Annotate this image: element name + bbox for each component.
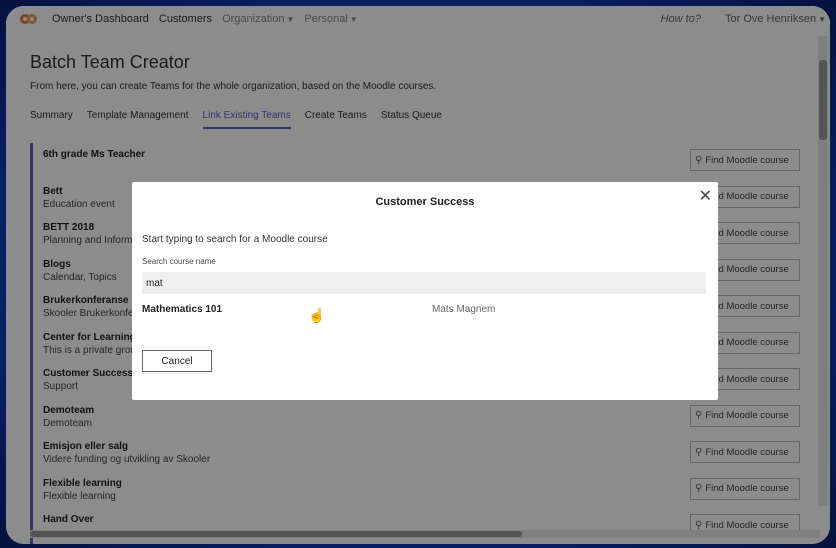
close-icon[interactable]: ✕ [699, 186, 712, 206]
result-course-name: Mathematics 101 [142, 303, 223, 315]
result-owner: Mats Magnem [432, 303, 496, 315]
cancel-button[interactable]: Cancel [142, 350, 212, 372]
search-result-item[interactable]: Mathematics 101 Mats Magnem [142, 299, 706, 319]
search-field-label: Search course name [142, 257, 216, 266]
link-course-dialog: Customer Success ✕ Start typing to searc… [132, 182, 718, 400]
course-search-input[interactable] [142, 272, 706, 294]
dialog-title: Customer Success [375, 196, 475, 208]
app-window: Owner's Dashboard Customers Organization… [6, 6, 830, 544]
hand-cursor-icon: ☝ [308, 307, 326, 323]
search-prompt: Start typing to search for a Moodle cour… [142, 234, 328, 245]
